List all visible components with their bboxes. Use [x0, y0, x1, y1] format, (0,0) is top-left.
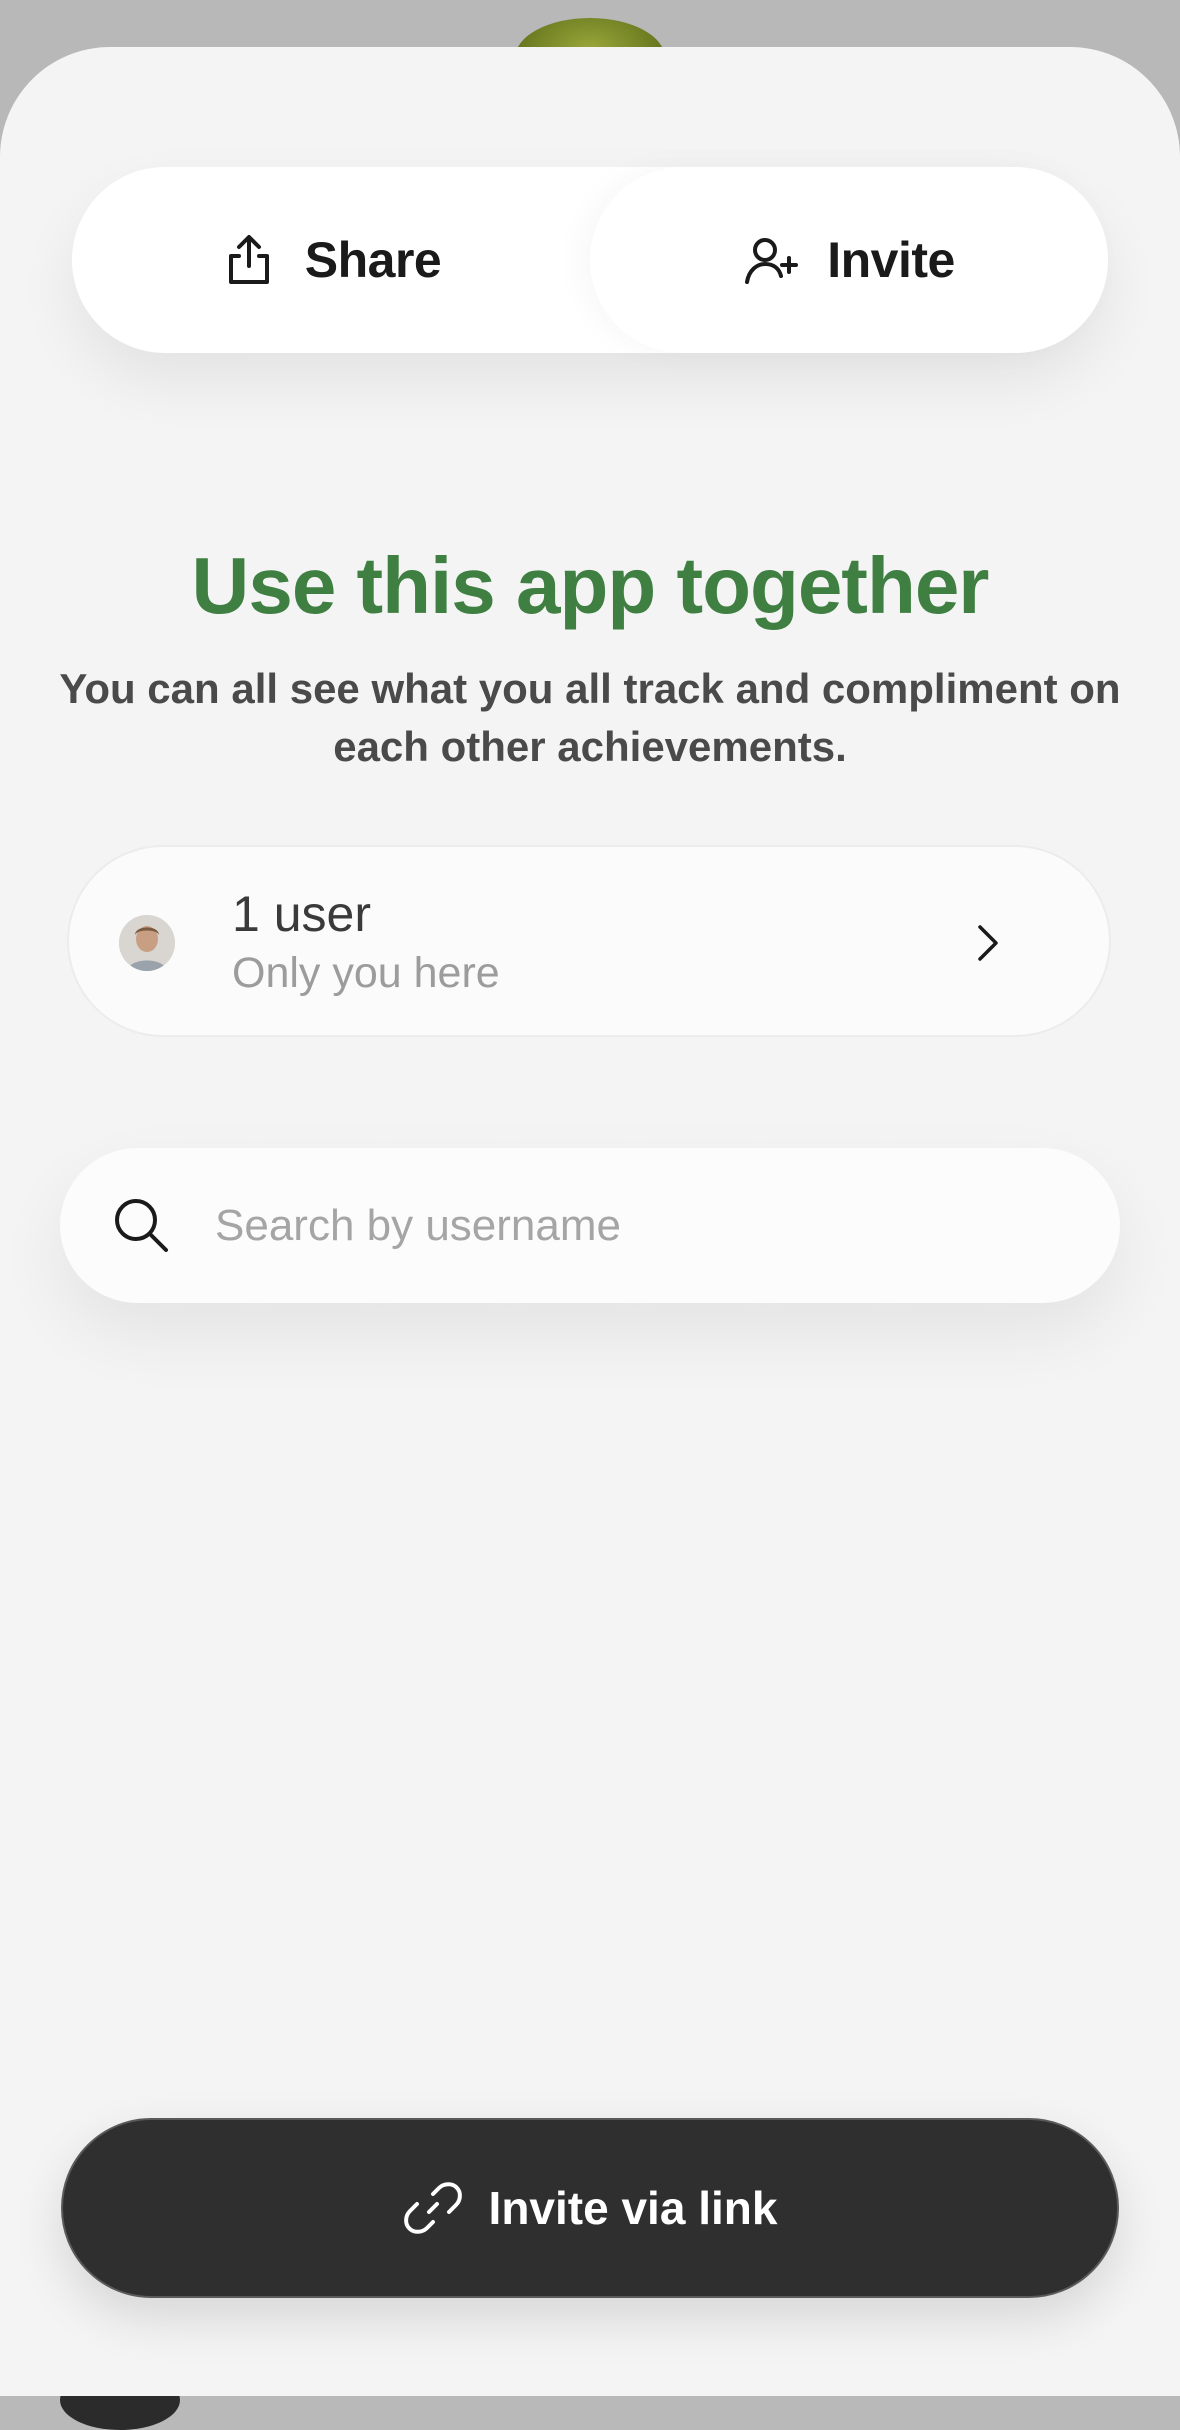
tab-share[interactable]: Share: [72, 167, 590, 353]
add-user-icon: [745, 238, 799, 284]
avatar: [119, 915, 175, 971]
tab-invite-label: Invite: [827, 232, 955, 288]
search-icon: [115, 1199, 168, 1252]
tab-invite[interactable]: Invite: [590, 167, 1108, 353]
page-title: Use this app together: [191, 541, 990, 630]
page-subtitle: You can all see what you all track and c…: [59, 665, 1121, 770]
link-icon: [403, 2182, 462, 2234]
users-count: 1 user: [232, 886, 371, 942]
search-bar: [60, 1148, 1120, 1303]
users-status: Only you here: [232, 949, 500, 997]
tab-share-label: Share: [304, 232, 442, 288]
search-input[interactable]: [215, 1186, 1075, 1266]
invite-via-link-button[interactable]: Invite via link: [61, 2118, 1119, 2298]
invite-via-link-label: Invite via link: [488, 2182, 778, 2234]
users-info: 1 user Only you here: [232, 885, 500, 998]
chevron-right-icon: [978, 925, 998, 961]
share-invite-toggle: Share Invite: [72, 167, 1108, 353]
share-icon: [228, 235, 269, 284]
users-list-button[interactable]: 1 user Only you here: [67, 845, 1111, 1037]
